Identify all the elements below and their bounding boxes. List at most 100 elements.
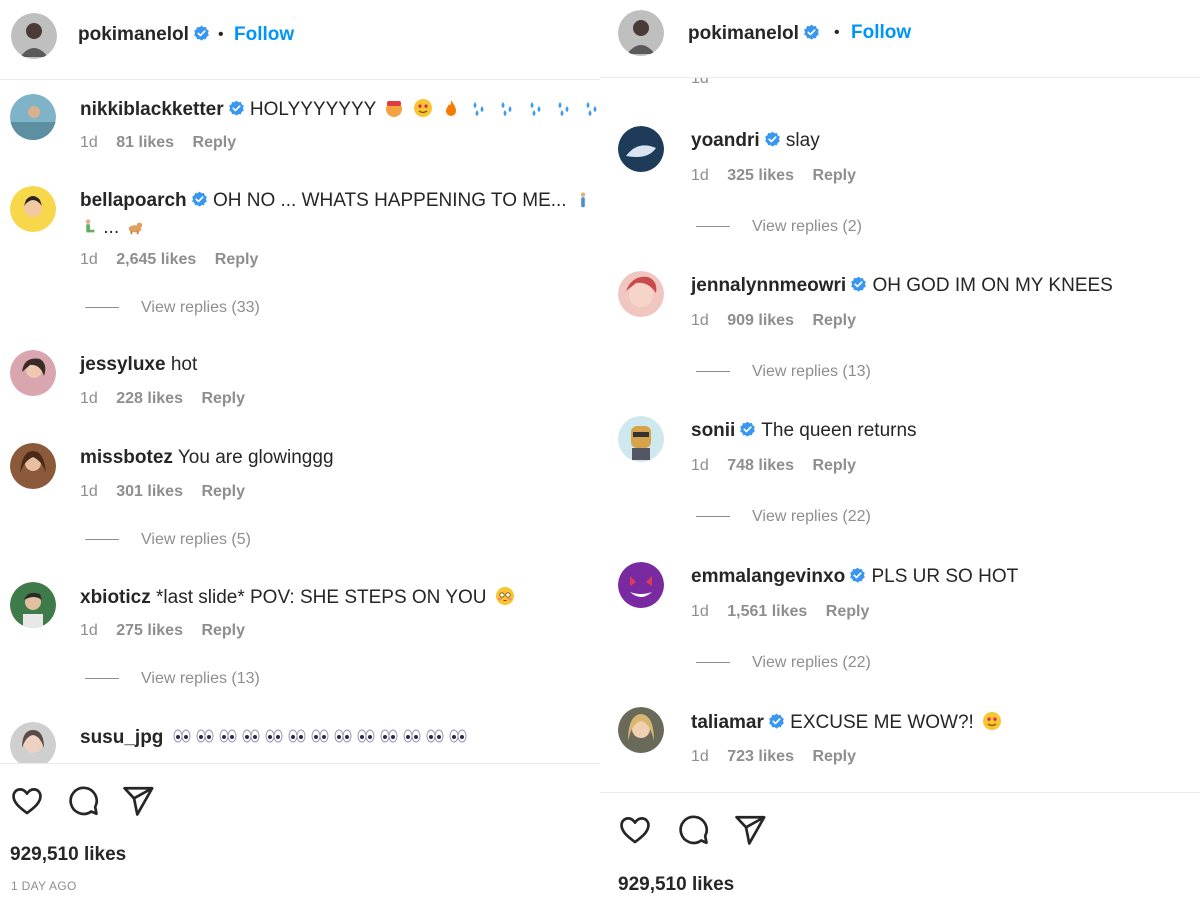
author-avatar[interactable]	[618, 10, 664, 56]
commenter-avatar[interactable]	[10, 582, 56, 628]
reply-button[interactable]: Reply	[201, 483, 245, 500]
author-username[interactable]: pokimanelol	[78, 24, 210, 46]
comment-line: nikkiblackketter HOLYYYYYYY	[80, 98, 600, 121]
comment-username[interactable]: taliamar	[691, 712, 764, 733]
comment-likes[interactable]: 748 likes	[727, 457, 794, 474]
follow-button[interactable]: Follow	[234, 24, 294, 46]
post-timestamp[interactable]: 1 DAY AGO	[11, 879, 77, 893]
reply-button[interactable]: Reply	[812, 748, 856, 765]
verified-badge-icon	[228, 100, 245, 117]
view-replies-button[interactable]: View replies (22)	[696, 654, 871, 672]
comment-username[interactable]: sonii	[691, 420, 735, 441]
comment-line: bellapoarch OH NO ... WHATS HAPPENING TO…	[80, 190, 600, 212]
comment-username[interactable]: susu_jpg	[80, 727, 163, 748]
verified-badge-icon	[739, 421, 756, 438]
reply-button[interactable]: Reply	[812, 167, 856, 184]
view-replies-button[interactable]: View replies (5)	[85, 531, 251, 549]
commenter-avatar[interactable]	[618, 126, 664, 172]
eyes-emoji-icon	[357, 729, 375, 743]
share-icon[interactable]	[121, 784, 155, 818]
comment-username[interactable]: yoandri	[691, 130, 760, 151]
replies-divider	[85, 678, 119, 680]
view-replies-label[interactable]: View replies (13)	[752, 363, 871, 380]
commenter-avatar[interactable]	[10, 350, 56, 396]
heart-icon[interactable]	[618, 813, 652, 847]
reply-button[interactable]: Reply	[193, 134, 237, 151]
comment-username[interactable]: nikkiblackketter	[80, 99, 224, 120]
comment-username[interactable]: jennalynnmeowri	[691, 275, 846, 296]
comment-likes[interactable]: 228 likes	[116, 390, 183, 407]
view-replies-label[interactable]: View replies (33)	[141, 299, 260, 316]
dog-emoji-icon	[129, 222, 143, 235]
reply-button[interactable]: Reply	[201, 622, 245, 639]
commenter-avatar[interactable]	[618, 416, 664, 462]
comment-username[interactable]: jessyluxe	[80, 354, 166, 375]
view-replies-label[interactable]: View replies (22)	[752, 654, 871, 671]
share-icon[interactable]	[733, 813, 767, 847]
view-replies-label[interactable]: View replies (22)	[752, 508, 871, 525]
comment-likes[interactable]: 301 likes	[116, 483, 183, 500]
sweat-droplets-emoji-icon	[558, 102, 569, 116]
post-actions: 929,510 likes 1 DAY AGO	[0, 763, 600, 900]
view-replies-button[interactable]: View replies (13)	[696, 363, 871, 381]
heart-eyes-emoji-icon	[983, 712, 1002, 730]
replies-divider	[696, 516, 730, 518]
view-replies-button[interactable]: View replies (2)	[696, 218, 862, 236]
fire-emoji-icon	[445, 100, 456, 116]
commenter-avatar[interactable]	[10, 94, 56, 140]
author-avatar[interactable]	[11, 13, 57, 59]
reply-button[interactable]: Reply	[812, 312, 856, 329]
sweat-droplets-emoji-icon	[473, 102, 484, 116]
comment-icon[interactable]	[66, 784, 100, 818]
person-kneeling-emoji-icon	[85, 219, 95, 233]
post-likes-count[interactable]: 929,510 likes	[10, 844, 126, 866]
comment-username[interactable]: emmalangevinxo	[691, 566, 845, 587]
verified-badge-icon	[764, 131, 781, 148]
comment-likes[interactable]: 81 likes	[116, 134, 174, 151]
author-username[interactable]: pokimanelol	[688, 23, 820, 45]
reply-button[interactable]: Reply	[826, 603, 870, 620]
replies-divider	[696, 371, 730, 373]
heart-icon[interactable]	[10, 784, 44, 818]
commenter-avatar[interactable]	[618, 271, 664, 317]
view-replies-label[interactable]: View replies (2)	[752, 218, 862, 235]
comment-likes[interactable]: 275 likes	[116, 622, 183, 639]
commenter-avatar[interactable]	[618, 562, 664, 608]
comment-likes[interactable]: 2,645 likes	[116, 251, 196, 268]
comment-username[interactable]: bellapoarch	[80, 190, 187, 211]
view-replies-label[interactable]: View replies (5)	[141, 531, 251, 548]
comment-likes[interactable]: 723 likes	[727, 748, 794, 765]
commenter-avatar[interactable]	[10, 722, 56, 768]
view-replies-button[interactable]: View replies (13)	[85, 670, 260, 688]
view-replies-button[interactable]: View replies (33)	[85, 299, 260, 317]
reply-button[interactable]: Reply	[201, 390, 245, 407]
eyes-emoji-row	[169, 727, 468, 748]
comment-username[interactable]: xbioticz	[80, 587, 151, 608]
post-panel-left: pokimanelol • Follow nikkiblackketter HO…	[0, 0, 600, 900]
commenter-avatar[interactable]	[10, 186, 56, 232]
comment-likes[interactable]: 325 likes	[727, 167, 794, 184]
commenter-avatar[interactable]	[10, 443, 56, 489]
author-username-text[interactable]: pokimanelol	[78, 24, 189, 45]
commenter-avatar[interactable]	[618, 707, 664, 753]
comment-icon[interactable]	[676, 813, 710, 847]
reply-button[interactable]: Reply	[215, 251, 259, 268]
eyes-emoji-icon	[403, 729, 421, 743]
comment-likes[interactable]: 1,561 likes	[727, 603, 807, 620]
view-replies-label[interactable]: View replies (13)	[141, 670, 260, 687]
comment-time: 1d	[80, 134, 98, 151]
reply-button[interactable]: Reply	[812, 457, 856, 474]
follow-button[interactable]: Follow	[851, 22, 911, 44]
post-likes-count[interactable]: 929,510 likes	[618, 874, 734, 896]
view-replies-button[interactable]: View replies (22)	[696, 508, 871, 526]
flushed-face-emoji-icon	[495, 587, 514, 605]
comment-time: 1d	[691, 167, 709, 184]
comment-likes[interactable]: 909 likes	[727, 312, 794, 329]
eyes-emoji-icon	[242, 729, 260, 743]
eyes-emoji-icon	[380, 729, 398, 743]
sweat-droplets-emoji-icon	[586, 102, 597, 116]
eyes-emoji-icon	[311, 729, 329, 743]
comment-meta: 1d 2,645 likes Reply	[80, 251, 272, 269]
comment-username[interactable]: missbotez	[80, 447, 173, 468]
author-username-text[interactable]: pokimanelol	[688, 23, 799, 44]
